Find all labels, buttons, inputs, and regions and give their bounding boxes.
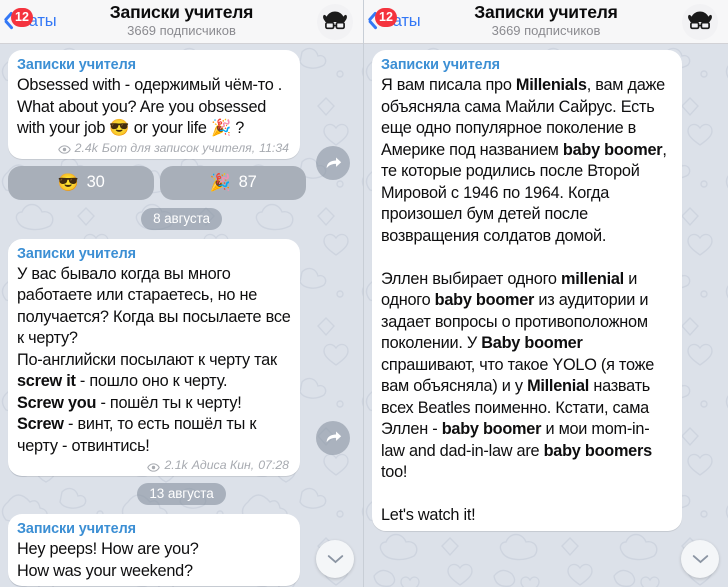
message-bubble[interactable]: Записки учителя Obsessed with - одержимы… [8,50,300,159]
right-chat-area: Записки учителя Я вам писала про Milleni… [364,44,728,587]
unread-badge: 12 [11,7,33,27]
views-eye-icon [147,461,161,472]
reaction-emoji: 🎉 [209,173,231,192]
message-paragraph: Я вам писала про Millenials, вам даже об… [381,76,671,245]
right-message-list[interactable]: Записки учителя Я вам писала про Milleni… [364,44,728,587]
message-time: 07:28 [258,458,289,472]
teacher-hat-glasses-icon [688,11,712,30]
message-paragraph-spacer [381,247,673,269]
share-arrow-icon [326,157,341,168]
message-text-line: Obsessed with - одержимый чём-то . [17,76,283,94]
back-to-chats-button[interactable]: Чаты 12 [0,7,57,33]
unread-badge: 12 [375,7,397,27]
message-channel-name: Записки учителя [17,521,136,537]
scroll-to-bottom-button[interactable] [316,540,354,578]
date-divider: 8 августа [0,207,363,230]
reaction-button[interactable]: 😎 30 [8,165,154,200]
message-author: Адиса Кин, [191,458,255,472]
message-paragraph: Let's watch it! [381,506,476,524]
reaction-emoji: 😎 [57,173,79,192]
teacher-hat-glasses-icon [323,11,347,30]
share-message-button[interactable] [316,420,350,455]
views-count: 2.4k [74,140,98,155]
message-channel-name: Записки учителя [17,57,136,73]
message-text-line: Hey peeps! How are you? [17,540,199,558]
dual-panel-screenshot: Чаты 12 Записки учителя 3669 подписчиков [0,0,728,587]
message-text-line: How was your weekend? [17,561,193,580]
message-bubble[interactable]: Записки учителя У вас бывало когда вы мн… [8,238,300,476]
channel-avatar[interactable] [682,4,718,40]
message-row: Записки учителя Obsessed with - одержимы… [0,50,363,180]
message-row: Записки учителя Hey peeps! How are you? … [0,514,363,586]
date-divider-label: 8 августа [141,207,222,230]
left-nav-bar: Чаты 12 Записки учителя 3669 подписчиков [0,0,363,44]
message-time: 11:34 [259,140,289,155]
message-row: Записки учителя Я вам писала про Milleni… [364,50,728,531]
message-text-line: What about you? Are you obsessed with yo… [17,97,271,138]
right-chat-panel: Чаты 12 Записки учителя 3669 подписчиков [364,0,728,587]
views-count: 2.1k [164,458,188,472]
share-arrow-icon [326,431,341,443]
right-nav-bar: Чаты 12 Записки учителя 3669 подписчиков [364,0,728,44]
message-channel-name: Записки учителя [17,245,136,262]
reaction-button[interactable]: 🎉 87 [160,165,306,200]
scroll-to-bottom-button[interactable] [681,540,719,578]
share-message-button[interactable] [316,146,350,180]
reaction-bar: 😎 30 🎉 87 [0,165,363,200]
message-bubble[interactable]: Записки учителя Я вам писала про Milleni… [372,50,682,531]
message-meta: 2.4k Бот для записок учителя, 11:34 [17,141,291,155]
date-divider: 13 августа [0,483,363,505]
message-meta: 2.1k Адиса Кин, 07:28 [17,458,291,472]
reaction-count: 30 [86,173,105,191]
date-divider-label: 13 августа [137,483,226,505]
left-chat-panel: Чаты 12 Записки учителя 3669 подписчиков [0,0,364,587]
channel-avatar[interactable] [317,4,353,40]
message-text-line: Screw you - пошёл ты к черту! [17,393,242,412]
left-chat-area: Записки учителя Obsessed with - одержимы… [0,44,363,587]
message-paragraph-spacer [381,484,673,506]
chevron-down-icon [327,554,343,563]
reaction-count: 87 [238,173,257,191]
message-bubble[interactable]: Записки учителя Hey peeps! How are you? … [8,514,300,586]
message-paragraph: Эллен выбирает одного millenial и одного… [381,269,659,482]
message-row: Записки учителя У вас бывало когда вы мн… [0,238,363,476]
message-channel-name: Записки учителя [381,57,500,73]
message-text-line: У вас бывало когда вы много работаете ил… [17,264,295,348]
left-message-list[interactable]: Записки учителя Obsessed with - одержимы… [0,44,363,587]
message-author: Бот для записок учителя, [101,140,256,155]
message-text-line: Screw - винт, то есть пошёл ты к черту -… [17,415,261,455]
back-to-chats-button[interactable]: Чаты 12 [364,7,421,33]
chevron-down-icon [692,554,708,563]
views-eye-icon [57,143,71,154]
message-text-line: По-английски посылают к черту так screw … [17,350,282,391]
